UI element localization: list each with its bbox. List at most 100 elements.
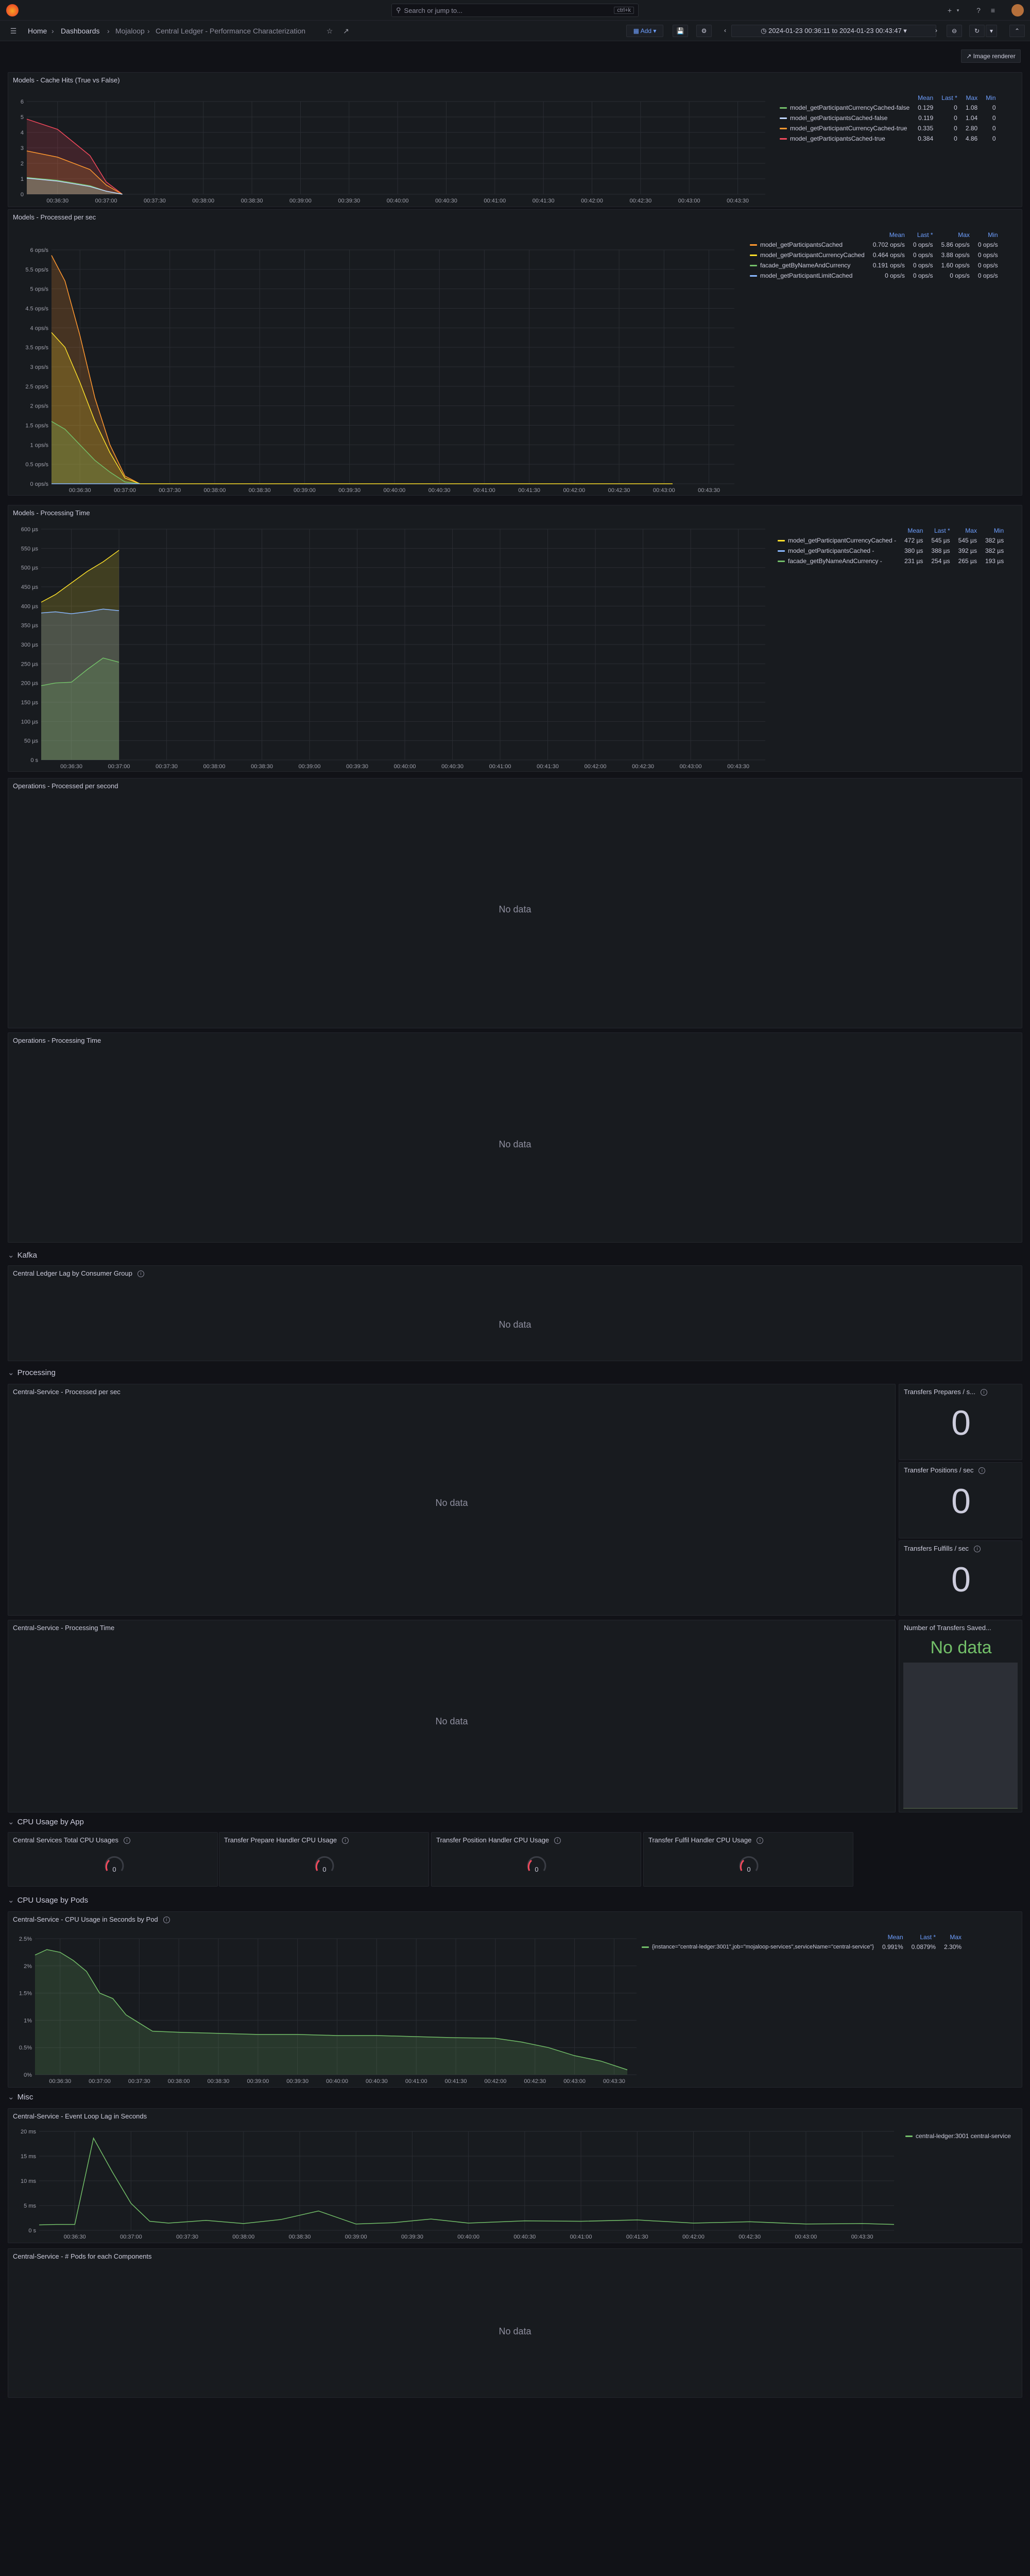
zoom-forward-button[interactable]: ›	[931, 25, 941, 37]
row-cpu-pods[interactable]: ⌄ CPU Usage by Pods	[8, 1895, 88, 1905]
legend-header[interactable]: Max	[940, 1933, 966, 1942]
legend-header[interactable]: Last *	[927, 526, 954, 535]
menu-icon[interactable]: ☰	[8, 26, 19, 36]
legend-row[interactable]: model_getParticipantsCached - 380 µs 388 µ…	[774, 546, 1008, 556]
legend-row[interactable]: model_getParticipantsCached-false 0.119 0 1…	[776, 113, 1000, 123]
collapse-nav-button[interactable]: ⌃	[1009, 25, 1025, 37]
zoom-back-button[interactable]: ‹	[720, 25, 730, 37]
x-tick-label: 00:39:30	[286, 2078, 308, 2084]
x-tick-label: 00:41:30	[445, 2078, 467, 2084]
legend-row[interactable]: model_getParticipantLimitCached 0 ops/s 0 …	[746, 270, 1002, 281]
row-misc[interactable]: ⌄ Misc	[8, 2092, 33, 2102]
y-tick-label: 15 ms	[21, 2154, 36, 2160]
legend-header[interactable]: Last *	[907, 1933, 940, 1942]
breadcrumb-folder[interactable]: Mojaloop	[115, 27, 145, 35]
legend-header[interactable]: Last *	[937, 93, 962, 103]
x-tick-label: 00:36:30	[64, 2234, 86, 2240]
row-processing[interactable]: ⌄ Processing	[8, 1368, 56, 1377]
panel-processing-time: Models - Processing Time 0 s 50 µs 100 µs 1…	[8, 505, 1022, 772]
x-tick-label: 00:36:30	[46, 198, 68, 204]
zoom-out-button[interactable]: ⊖	[947, 25, 962, 37]
legend-header[interactable]: Min	[981, 526, 1008, 535]
legend-header[interactable]: Max	[962, 93, 982, 103]
legend-last: 0 ops/s	[913, 262, 933, 269]
breadcrumb-dashboards[interactable]: Dashboards	[61, 27, 100, 35]
info-icon[interactable]: i	[978, 1467, 986, 1475]
x-tick-label: 00:42:00	[682, 2234, 705, 2240]
legend-header[interactable]: Max	[954, 526, 981, 535]
processing-time-chart[interactable]: 0 s 50 µs 100 µs 150 µs 200 µs 250 µs 300 µs 35…	[8, 505, 776, 772]
cpu-pods-chart[interactable]: 0% 0.5% 1% 1.5% 2% 2.5% 00:36:30 00:37:00 00:37:…	[8, 1912, 647, 2088]
info-icon[interactable]: i	[342, 1837, 349, 1844]
legend-header[interactable]: Last *	[909, 230, 937, 240]
refresh-button[interactable]: ↻	[969, 25, 985, 37]
grafana-logo-icon[interactable]	[6, 4, 19, 16]
legend-row[interactable]: model_getParticipantCurrencyCached 0.464 …	[746, 250, 1002, 260]
save-dashboard-button[interactable]: 💾	[673, 25, 688, 37]
legend-last: 0.0879%	[911, 1943, 936, 1951]
event-loop-chart[interactable]: 0 s 5 ms 10 ms 15 ms 20 ms 00:36:30 00:37:00 00…	[8, 2109, 904, 2244]
legend-header[interactable]: Mean	[878, 1933, 907, 1942]
breadcrumb-home[interactable]: Home	[28, 27, 47, 35]
panel-cs-processing-time: Central-Service - Processing Time No dat…	[8, 1620, 896, 1812]
info-icon[interactable]: i	[980, 1389, 987, 1396]
image-renderer-button[interactable]: ↗ Image renderer	[961, 49, 1021, 63]
x-tick-label: 00:43:30	[727, 198, 749, 204]
avatar[interactable]	[1011, 4, 1024, 16]
info-icon[interactable]: i	[123, 1837, 130, 1844]
chevron-down-icon[interactable]: ▾	[953, 5, 963, 15]
row-cpu-app[interactable]: ⌄ CPU Usage by App	[8, 1817, 84, 1826]
legend-row[interactable]: model_getParticipantsCached-true 0.384 0 4.…	[776, 133, 1000, 144]
panel-event-loop: Central-Service - Event Loop Lag in Seco…	[8, 2108, 1022, 2243]
legend-series-name[interactable]: central-ledger:3001 central-service	[916, 2132, 1011, 2140]
legend-max: 2.80	[965, 125, 978, 132]
legend-header[interactable]: Min	[982, 93, 1000, 103]
legend-header[interactable]: Mean	[869, 230, 909, 240]
info-icon[interactable]: i	[554, 1837, 561, 1844]
x-tick-label: 00:43:30	[727, 764, 749, 770]
processed-per-sec-chart[interactable]: 0 ops/s 0.5 ops/s 1 ops/s 1.5 ops/s 2 ops/s 2…	[8, 210, 750, 496]
legend-row[interactable]: model_getParticipantCurrencyCached-false…	[776, 103, 1000, 113]
news-icon[interactable]: ≡	[988, 5, 998, 15]
x-tick-label: 00:37:30	[176, 2234, 198, 2240]
search-input[interactable]: ⚲ Search or jump to... ctrl+k	[391, 4, 639, 17]
help-icon[interactable]: ?	[973, 5, 984, 15]
legend-row[interactable]: {instance="central-ledger:3001",job="moj…	[638, 1942, 966, 1952]
top-bar: ⚲ Search or jump to... ctrl+k + ▾ ? ≡	[0, 0, 1030, 21]
y-tick-label: 4.5 ops/s	[25, 306, 48, 312]
row-kafka[interactable]: ⌄ Kafka	[8, 1250, 37, 1260]
legend-row[interactable]: model_getParticipantsCached 0.702 ops/s 0 …	[746, 240, 1002, 250]
legend-last: 0 ops/s	[913, 241, 933, 248]
gauge-value: 0	[322, 1866, 327, 1873]
panel-transfers-prepares: Transfers Prepares / s... i 0	[899, 1384, 1022, 1460]
x-tick-label: 00:41:00	[473, 487, 495, 494]
legend-series-name: {instance="central-ledger:3001",job="moj…	[652, 1944, 874, 1950]
legend-row[interactable]: facade_getByNameAndCurrency - 231 µs 254 µ…	[774, 556, 1008, 566]
legend-swatch	[780, 117, 787, 120]
legend-header[interactable]: Mean	[914, 93, 937, 103]
legend-row[interactable]: model_getParticipantCurrencyCached-true 0…	[776, 123, 1000, 133]
time-range-picker[interactable]: ◷ 2024-01-23 00:36:11 to 2024-01-23 00:4…	[731, 25, 936, 37]
legend-header[interactable]: Max	[937, 230, 974, 240]
info-icon[interactable]: i	[973, 1546, 981, 1553]
legend-header[interactable]: Mean	[900, 526, 927, 535]
cache-hits-chart[interactable]: 0 1 2 3 4 5 6 00:36:30 00:37:00 00:37:30 00:38:00 0…	[8, 73, 781, 208]
share-icon[interactable]: ↗	[341, 26, 351, 36]
dashboard-settings-button[interactable]: ⚙	[696, 25, 712, 37]
info-icon[interactable]: i	[137, 1270, 144, 1278]
legend-max: 545 µs	[958, 537, 977, 544]
dashboard-nav-bar: ☰ Home › Dashboards › Mojaloop › Central…	[0, 21, 1030, 41]
image-renderer-label: Image renderer	[973, 53, 1016, 60]
refresh-interval-dropdown[interactable]: ▾	[986, 25, 997, 37]
panel-operations-processed: Operations - Processed per second No dat…	[8, 778, 1022, 1028]
legend-header[interactable]: Min	[974, 230, 1002, 240]
info-icon[interactable]: i	[757, 1837, 764, 1844]
legend-row[interactable]: facade_getByNameAndCurrency 0.191 ops/s 0 …	[746, 260, 1002, 270]
y-tick-label: 2.5 ops/s	[25, 384, 48, 390]
legend-row[interactable]: model_getParticipantCurrencyCached - 472 …	[774, 535, 1008, 546]
x-tick-label: 00:40:00	[457, 2234, 479, 2240]
add-button[interactable]: ▦ Add ▾	[626, 25, 663, 37]
legend-min: 0	[992, 104, 996, 111]
star-icon[interactable]: ☆	[324, 26, 335, 36]
y-tick-label: 3	[21, 145, 24, 151]
